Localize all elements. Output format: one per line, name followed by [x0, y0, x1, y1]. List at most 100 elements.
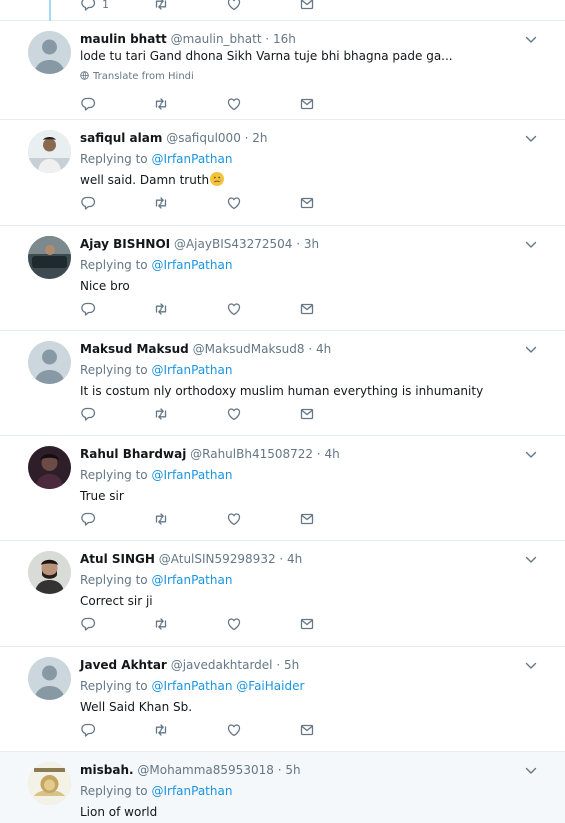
display-name[interactable]: Javed Akhtar	[80, 658, 167, 672]
dm-button[interactable]	[299, 616, 315, 632]
mention-link[interactable]: @IrfanPathan	[151, 573, 232, 587]
mention-link[interactable]: @FaiHaider	[236, 679, 304, 693]
display-name[interactable]: Rahul Bhardwaj	[80, 447, 186, 461]
reply-button[interactable]	[80, 96, 96, 112]
dm-button[interactable]	[299, 96, 315, 112]
tweet[interactable]: misbah. @Mohamma85953018 · 5h Replying t…	[0, 752, 565, 823]
sad-emoji-icon	[210, 172, 225, 186]
avatar[interactable]	[28, 341, 71, 384]
avatar[interactable]	[28, 551, 71, 594]
tweet[interactable]: Rahul Bhardwaj @RahulBh41508722 · 4h Rep…	[0, 436, 565, 541]
like-button[interactable]	[226, 511, 242, 527]
tweet-time[interactable]: · 2h	[245, 131, 268, 145]
tweet-time[interactable]: · 5h	[276, 658, 299, 672]
dm-button[interactable]	[299, 511, 315, 527]
avatar[interactable]	[28, 657, 71, 700]
chevron-down-icon[interactable]	[525, 662, 537, 670]
tweet[interactable]: safiqul alam @safiqul000 · 2h Replying t…	[0, 120, 565, 226]
replying-to-label: Replying to	[80, 784, 152, 798]
tweet[interactable]: Javed Akhtar @javedakhtardel · 5h Replyi…	[0, 647, 565, 752]
display-name[interactable]: Atul SINGH	[80, 552, 155, 566]
avatar[interactable]	[28, 130, 71, 173]
user-handle[interactable]: @AtulSIN59298932	[159, 552, 276, 566]
user-handle[interactable]: @RahulBh41508722	[190, 447, 313, 461]
retweet-button[interactable]	[153, 406, 169, 422]
tweet-partial-top[interactable]: 1	[0, 0, 565, 21]
tweet-actions	[80, 616, 340, 632]
like-button[interactable]	[226, 0, 242, 12]
tweet-time[interactable]: · 5h	[278, 763, 301, 777]
avatar[interactable]	[28, 236, 71, 279]
chevron-down-icon[interactable]	[525, 346, 537, 354]
reply-button[interactable]: 1	[80, 0, 109, 12]
display-name[interactable]: Maksud Maksud	[80, 342, 189, 356]
chevron-down-icon[interactable]	[525, 135, 537, 143]
tweet[interactable]: Atul SINGH @AtulSIN59298932 · 4h Replyin…	[0, 541, 565, 647]
like-button[interactable]	[226, 722, 242, 738]
like-button[interactable]	[226, 301, 242, 317]
user-handle[interactable]: @maulin_bhatt	[171, 32, 262, 46]
tweet-text: Correct sir ji	[80, 594, 153, 608]
reply-button[interactable]	[80, 616, 96, 632]
user-handle[interactable]: @safiqul000	[166, 131, 241, 145]
display-name[interactable]: maulin bhatt	[80, 32, 167, 46]
retweet-button[interactable]	[153, 511, 169, 527]
chevron-down-icon[interactable]	[525, 767, 537, 775]
dm-button[interactable]	[299, 406, 315, 422]
chevron-down-icon[interactable]	[525, 451, 537, 459]
dm-button[interactable]	[299, 301, 315, 317]
reply-button[interactable]	[80, 511, 96, 527]
chevron-down-icon[interactable]	[525, 556, 537, 564]
mention-link[interactable]: @IrfanPathan	[151, 679, 232, 693]
retweet-button[interactable]	[153, 722, 169, 738]
like-button[interactable]	[226, 616, 242, 632]
display-name[interactable]: safiqul alam	[80, 131, 162, 145]
reply-icon	[81, 407, 96, 421]
mention-link[interactable]: @IrfanPathan	[151, 152, 232, 166]
user-handle[interactable]: @AjayBIS43272504	[174, 237, 292, 251]
translate-link[interactable]: Translate from Hindi	[80, 70, 194, 84]
reply-button[interactable]	[80, 301, 96, 317]
tweet[interactable]: Ajay BISHNOI @AjayBIS43272504 · 3h Reply…	[0, 226, 565, 331]
mention-link[interactable]: @IrfanPathan	[151, 258, 232, 272]
tweet-time[interactable]: · 4h	[317, 447, 340, 461]
tweet-time[interactable]: · 4h	[279, 552, 302, 566]
user-handle[interactable]: @Mohamma85953018	[137, 763, 273, 777]
mention-link[interactable]: @IrfanPathan	[151, 784, 232, 798]
tweet-time[interactable]: · 3h	[296, 237, 319, 251]
chevron-down-icon[interactable]	[525, 241, 537, 249]
retweet-button[interactable]	[153, 616, 169, 632]
display-name[interactable]: Ajay BISHNOI	[80, 237, 170, 251]
mention-link[interactable]: @IrfanPathan	[151, 468, 232, 482]
tweet-time[interactable]: · 4h	[308, 342, 331, 356]
mention-link[interactable]: @IrfanPathan	[151, 363, 232, 377]
reply-button[interactable]	[80, 406, 96, 422]
reply-button[interactable]	[80, 722, 96, 738]
like-button[interactable]	[226, 195, 242, 211]
dm-button[interactable]	[299, 0, 315, 12]
user-handle[interactable]: @javedakhtardel	[171, 658, 273, 672]
like-button[interactable]	[226, 96, 242, 112]
replying-to: Replying to @IrfanPathan	[80, 151, 232, 167]
tweet-time[interactable]: · 16h	[265, 32, 296, 46]
retweet-button[interactable]	[153, 301, 169, 317]
user-handle[interactable]: @MaksudMaksud8	[193, 342, 305, 356]
heart-icon	[227, 724, 241, 737]
retweet-button[interactable]	[153, 195, 169, 211]
chevron-down-icon[interactable]	[525, 36, 537, 44]
tweet[interactable]: Maksud Maksud @MaksudMaksud8 · 4h Replyi…	[0, 331, 565, 436]
tweet-actions	[80, 301, 340, 317]
like-button[interactable]	[226, 406, 242, 422]
thread-line	[49, 0, 51, 21]
avatar[interactable]	[28, 31, 71, 74]
retweet-button[interactable]	[153, 96, 169, 112]
dm-button[interactable]	[299, 722, 315, 738]
avatar[interactable]	[28, 762, 71, 805]
display-name[interactable]: misbah.	[80, 763, 134, 777]
tweet[interactable]: maulin bhatt @maulin_bhatt · 16h lode tu…	[0, 21, 565, 120]
dm-button[interactable]	[299, 195, 315, 211]
avatar[interactable]	[28, 446, 71, 489]
retweet-button[interactable]	[153, 0, 169, 12]
reply-button[interactable]	[80, 195, 96, 211]
envelope-icon	[300, 0, 314, 10]
